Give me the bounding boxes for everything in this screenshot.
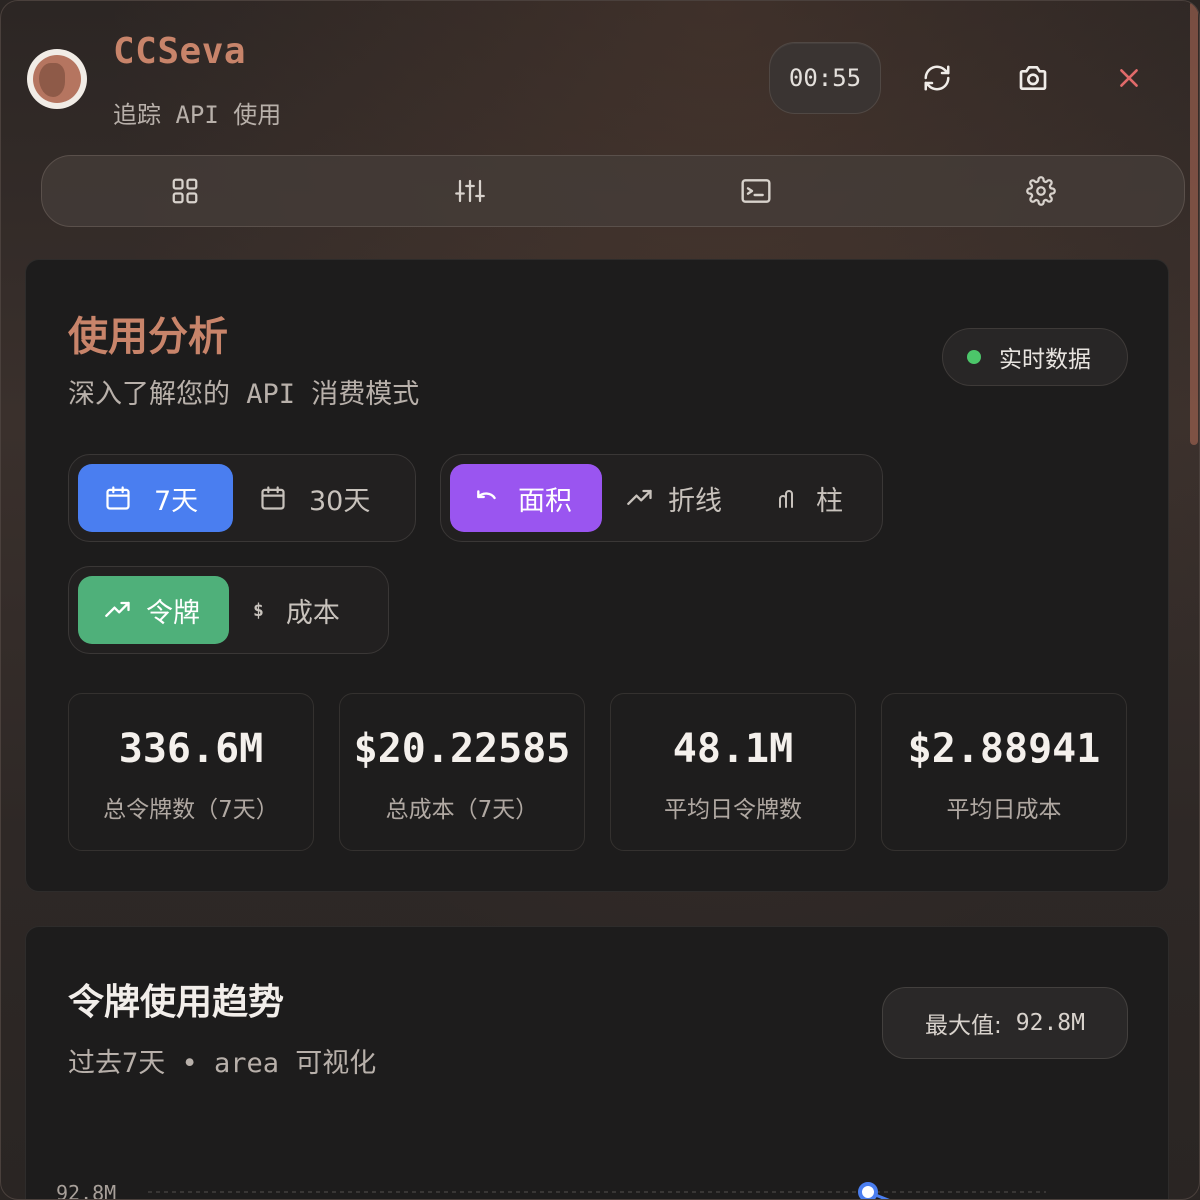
stat-value: 336.6M — [118, 726, 264, 772]
range-30d-button[interactable]: 30天 — [233, 464, 411, 532]
page-subtitle: 深入了解您的 API 消费模式 — [68, 379, 420, 410]
metric-selector: 令牌 $ 成本 — [68, 566, 389, 654]
main-nav — [41, 155, 1185, 227]
dashboard-grid-icon — [172, 178, 198, 204]
stat-label: 平均日令牌数 — [664, 797, 802, 823]
terminal-icon — [741, 179, 771, 203]
app-subtitle: 追踪 API 使用 — [113, 101, 282, 129]
calendar-icon — [261, 486, 285, 510]
app-title: CCSeva — [113, 31, 247, 72]
bar-icon — [779, 490, 793, 508]
gear-icon — [1026, 176, 1057, 206]
live-status-dot — [967, 350, 981, 364]
max-value-badge: 最大值: 92.8M — [882, 987, 1128, 1059]
metric-cost-button[interactable]: $ 成本 — [229, 576, 384, 644]
usage-analytics-card: 使用分析 深入了解您的 API 消费模式 实时数据 7天 30天 面积 折线 柱… — [25, 259, 1169, 892]
trend-chart: 92.8M — [56, 1181, 1046, 1200]
metric-tokens-label: 令牌 — [146, 597, 200, 629]
stat-value: $20.22585 — [353, 726, 571, 772]
trending-icon — [105, 601, 130, 617]
camera-icon — [1019, 66, 1047, 90]
stat-label: 平均日成本 — [946, 797, 1062, 823]
calendar-icon — [106, 486, 130, 510]
refresh-timer: 00:55 — [769, 42, 881, 114]
chart-area-label: 面积 — [518, 485, 572, 517]
page-title: 使用分析 — [68, 314, 228, 360]
tab-terminal[interactable] — [613, 156, 899, 226]
tab-settings[interactable] — [899, 156, 1185, 226]
close-icon — [1120, 69, 1138, 87]
screenshot-button[interactable] — [1008, 53, 1058, 103]
range-7d-label: 7天 — [154, 485, 199, 517]
scrollbar[interactable] — [1189, 1, 1199, 1199]
chart-title: 令牌使用趋势 — [68, 982, 285, 1023]
stat-total-cost: $20.22585 总成本（7天） — [339, 693, 585, 851]
chart-type-selector: 面积 折线 柱 — [440, 454, 883, 542]
range-30d-label: 30天 — [309, 485, 371, 517]
close-button[interactable] — [1104, 53, 1154, 103]
data-point[interactable] — [858, 1182, 878, 1200]
chart-area-button[interactable]: 面积 — [450, 464, 602, 532]
metric-cost-label: 成本 — [285, 597, 340, 629]
token-trend-card: 令牌使用趋势 过去7天 • area 可视化 最大值: 92.8M 92.8M — [25, 926, 1169, 1200]
live-data-badge: 实时数据 — [942, 328, 1128, 386]
chart-bar-button[interactable]: 柱 — [750, 464, 878, 532]
refresh-button[interactable] — [912, 53, 962, 103]
stat-label: 总成本（7天） — [385, 797, 539, 823]
y-tick-label: 92.8M — [56, 1181, 116, 1200]
stat-total-tokens: 336.6M 总令牌数（7天） — [68, 693, 314, 851]
chart-subtitle: 过去7天 • area 可视化 — [68, 1048, 377, 1079]
metric-tokens-button[interactable]: 令牌 — [78, 576, 229, 644]
tab-analytics[interactable] — [328, 156, 614, 226]
stat-avg-daily-cost: $2.88941 平均日成本 — [881, 693, 1127, 851]
stat-value: 48.1M — [672, 726, 794, 772]
tab-dashboard[interactable] — [42, 156, 328, 226]
live-badge-label: 实时数据 — [999, 347, 1091, 373]
stat-value: $2.88941 — [907, 726, 1101, 772]
app-logo — [27, 49, 87, 109]
stat-avg-daily-tokens: 48.1M 平均日令牌数 — [610, 693, 856, 851]
max-label: 最大值: — [925, 1013, 1002, 1039]
chart-line-button[interactable]: 折线 — [602, 464, 750, 532]
refresh-icon — [924, 65, 950, 91]
dollar-icon: $ — [253, 599, 264, 621]
max-value: 92.8M — [1015, 1010, 1085, 1036]
undo-area-icon — [477, 490, 496, 500]
scrollbar-thumb[interactable] — [1190, 1, 1198, 445]
stat-label: 总令牌数（7天） — [103, 797, 279, 823]
logo-mark — [33, 55, 81, 103]
app-window: CCSeva 追踪 API 使用 00:55 使用分析 深入了解您的 API 消… — [0, 0, 1200, 1200]
range-selector: 7天 30天 — [68, 454, 416, 542]
sliders-icon — [455, 179, 486, 203]
trending-icon — [627, 489, 652, 505]
range-7d-button[interactable]: 7天 — [78, 464, 233, 532]
chart-line-label: 折线 — [668, 485, 722, 517]
chart-bar-label: 柱 — [816, 485, 843, 517]
